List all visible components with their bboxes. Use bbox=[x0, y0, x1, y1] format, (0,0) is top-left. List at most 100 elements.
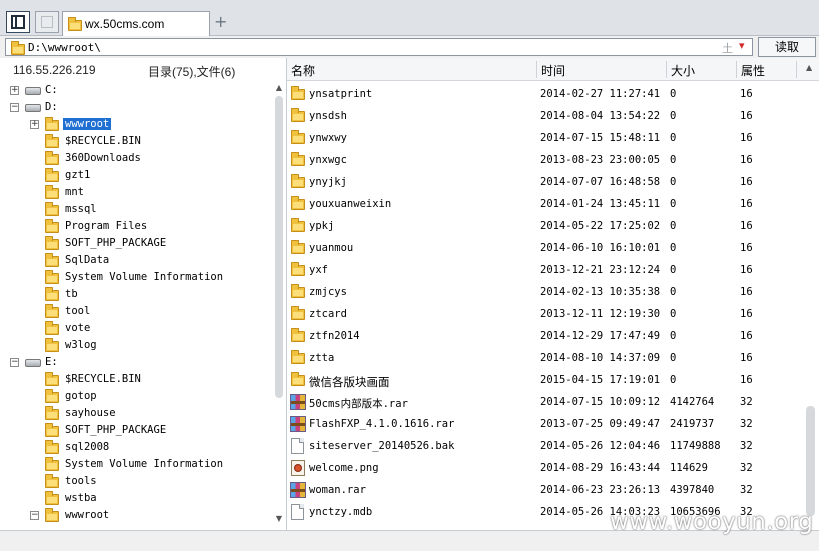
file-row[interactable]: ynsdsh 2014-08-04 13:54:22 0 16 bbox=[287, 105, 797, 127]
column-divider[interactable] bbox=[736, 61, 737, 78]
tree-item[interactable]: mnt bbox=[45, 184, 270, 201]
address-bar[interactable]: D:\wwwroot\ 土 ▾ bbox=[5, 38, 753, 56]
tree-item[interactable]: $RECYCLE.BIN bbox=[45, 133, 270, 150]
tree-item[interactable]: $RECYCLE.BIN bbox=[45, 371, 270, 388]
tree-item-label: D: bbox=[45, 101, 58, 113]
tree-drive[interactable]: − D: bbox=[10, 99, 270, 116]
tree-drive[interactable]: + C: bbox=[10, 82, 270, 99]
panel-icon bbox=[11, 15, 25, 29]
column-divider[interactable] bbox=[666, 61, 667, 78]
tree-item[interactable]: tool bbox=[45, 303, 270, 320]
tree-item[interactable]: SqlData bbox=[45, 252, 270, 269]
tree-item[interactable]: Program Files bbox=[45, 218, 270, 235]
file-size: 0 bbox=[670, 220, 677, 232]
column-time[interactable]: 时间 bbox=[541, 62, 565, 79]
file-row[interactable]: ztfn2014 2014-12-29 17:47:49 0 16 bbox=[287, 325, 797, 347]
blank-tab-button[interactable] bbox=[35, 11, 59, 33]
tree-item-label: tb bbox=[65, 288, 78, 300]
expand-icon[interactable]: + bbox=[30, 120, 39, 129]
file-time: 2014-02-13 10:35:38 bbox=[540, 286, 661, 298]
tree-item[interactable]: − wwwroot bbox=[30, 507, 270, 524]
file-attr: 16 bbox=[740, 176, 753, 188]
file-row[interactable]: FlashFXP_4.1.0.1616.rar 2013-07-25 09:49:… bbox=[287, 413, 797, 435]
file-row[interactable]: ynxwgc 2013-08-23 23:00:05 0 16 bbox=[287, 149, 797, 171]
folder-icon bbox=[291, 108, 305, 122]
file-name: ypkj bbox=[309, 220, 335, 232]
scroll-down-icon[interactable]: ▼ bbox=[274, 514, 284, 523]
file-row[interactable]: zmjcys 2014-02-13 10:35:38 0 16 bbox=[287, 281, 797, 303]
scroll-up-icon[interactable]: ▲ bbox=[274, 83, 284, 92]
folder-icon bbox=[45, 151, 59, 165]
scroll-up-icon[interactable]: ▲ bbox=[806, 63, 812, 72]
folder-icon bbox=[45, 236, 59, 250]
tree-item[interactable]: gotop bbox=[45, 388, 270, 405]
column-size[interactable]: 大小 bbox=[671, 62, 695, 79]
tree-item[interactable]: tb bbox=[45, 286, 270, 303]
read-button[interactable]: 读取 bbox=[758, 37, 816, 57]
collapse-icon[interactable]: − bbox=[30, 511, 39, 520]
tree-item[interactable]: SOFT_PHP_PACKAGE bbox=[45, 235, 270, 252]
tree-item-label: $RECYCLE.BIN bbox=[65, 373, 141, 385]
file-time: 2013-07-25 09:49:47 bbox=[540, 418, 661, 430]
tree-item[interactable]: sayhouse bbox=[45, 405, 270, 422]
file-row[interactable]: 50cms内部版本.rar 2014-07-15 10:09:12 4142764 3… bbox=[287, 391, 797, 413]
tree-item-label: sql2008 bbox=[65, 441, 110, 453]
chevron-down-icon[interactable]: ▾ bbox=[739, 39, 745, 52]
rar-icon bbox=[290, 394, 306, 410]
tree-item-label: mssql bbox=[65, 203, 97, 215]
file-row[interactable]: ynwxwy 2014-07-15 15:48:11 0 16 bbox=[287, 127, 797, 149]
file-row[interactable]: welcome.png 2014-08-29 16:43:44 114629 32 bbox=[287, 457, 797, 479]
address-input[interactable]: D:\wwwroot\ bbox=[28, 41, 101, 54]
file-scrollbar-thumb[interactable] bbox=[806, 406, 815, 516]
file-size: 0 bbox=[670, 132, 677, 144]
file-attr: 32 bbox=[740, 440, 753, 452]
tree-item[interactable]: System Volume Information bbox=[45, 269, 270, 286]
folder-icon bbox=[291, 372, 305, 386]
tree-item[interactable]: gzt1 bbox=[45, 167, 270, 184]
tree-item[interactable]: mssql bbox=[45, 201, 270, 218]
expand-icon[interactable]: + bbox=[10, 86, 19, 95]
folder-icon bbox=[291, 86, 305, 100]
folder-icon bbox=[45, 202, 59, 216]
file-row[interactable]: ynyjkj 2014-07-07 16:48:58 0 16 bbox=[287, 171, 797, 193]
column-name[interactable]: 名称 bbox=[291, 62, 315, 79]
tab-active[interactable]: wx.50cms.com bbox=[62, 11, 210, 36]
folder-icon bbox=[291, 240, 305, 254]
tree-item[interactable]: w3log bbox=[45, 337, 270, 354]
tree-scrollbar[interactable]: ▲ ▼ bbox=[274, 83, 284, 524]
tree-item[interactable]: + wwwroot bbox=[30, 116, 270, 133]
file-row[interactable]: yxf 2013-12-21 23:12:24 0 16 bbox=[287, 259, 797, 281]
file-row[interactable]: ynsatprint 2014-02-27 11:27:41 0 16 bbox=[287, 83, 797, 105]
file-row[interactable]: 微信各版块画面 2015-04-15 17:19:01 0 16 bbox=[287, 369, 797, 391]
column-header: 名称 时间 大小 属性 bbox=[287, 58, 819, 81]
tree-item[interactable]: vote bbox=[45, 320, 270, 337]
file-row[interactable]: ypkj 2014-05-22 17:25:02 0 16 bbox=[287, 215, 797, 237]
collapse-icon[interactable]: − bbox=[10, 103, 19, 112]
file-row[interactable]: youxuanweixin 2014-01-24 13:45:11 0 16 bbox=[287, 193, 797, 215]
file-row[interactable]: yuanmou 2014-06-10 16:10:01 0 16 bbox=[287, 237, 797, 259]
tree-item[interactable]: System Volume Information bbox=[45, 456, 270, 473]
tree-item[interactable]: 360Downloads bbox=[45, 150, 270, 167]
collapse-icon[interactable]: − bbox=[10, 358, 19, 367]
folder-icon bbox=[291, 218, 305, 232]
toggle-panel-button[interactable] bbox=[6, 11, 30, 33]
tree-item[interactable]: wstba bbox=[45, 490, 270, 507]
drive-icon bbox=[25, 359, 41, 367]
file-name: FlashFXP_4.1.0.1616.rar bbox=[309, 418, 455, 430]
tree-item[interactable]: sql2008 bbox=[45, 439, 270, 456]
column-attr[interactable]: 属性 bbox=[741, 62, 765, 79]
file-row[interactable]: siteserver_20140526.bak 2014-05-26 12:04:… bbox=[287, 435, 797, 457]
column-divider[interactable] bbox=[796, 61, 797, 78]
tree-drive[interactable]: − E: bbox=[10, 354, 270, 371]
file-row[interactable]: ztta 2014-08-10 14:37:09 0 16 bbox=[287, 347, 797, 369]
pin-icon[interactable]: 土 bbox=[722, 40, 733, 56]
add-tab-button[interactable]: + bbox=[214, 12, 227, 31]
file-size: 114629 bbox=[670, 462, 708, 474]
column-divider[interactable] bbox=[536, 61, 537, 78]
tree-item[interactable]: SOFT_PHP_PACKAGE bbox=[45, 422, 270, 439]
tree-item[interactable]: tools bbox=[45, 473, 270, 490]
file-row[interactable]: woman.rar 2014-06-23 23:26:13 4397840 32 bbox=[287, 479, 797, 501]
file-attr: 32 bbox=[740, 418, 753, 430]
file-row[interactable]: ztcard 2013-12-11 12:19:30 0 16 bbox=[287, 303, 797, 325]
file-size: 0 bbox=[670, 264, 677, 276]
